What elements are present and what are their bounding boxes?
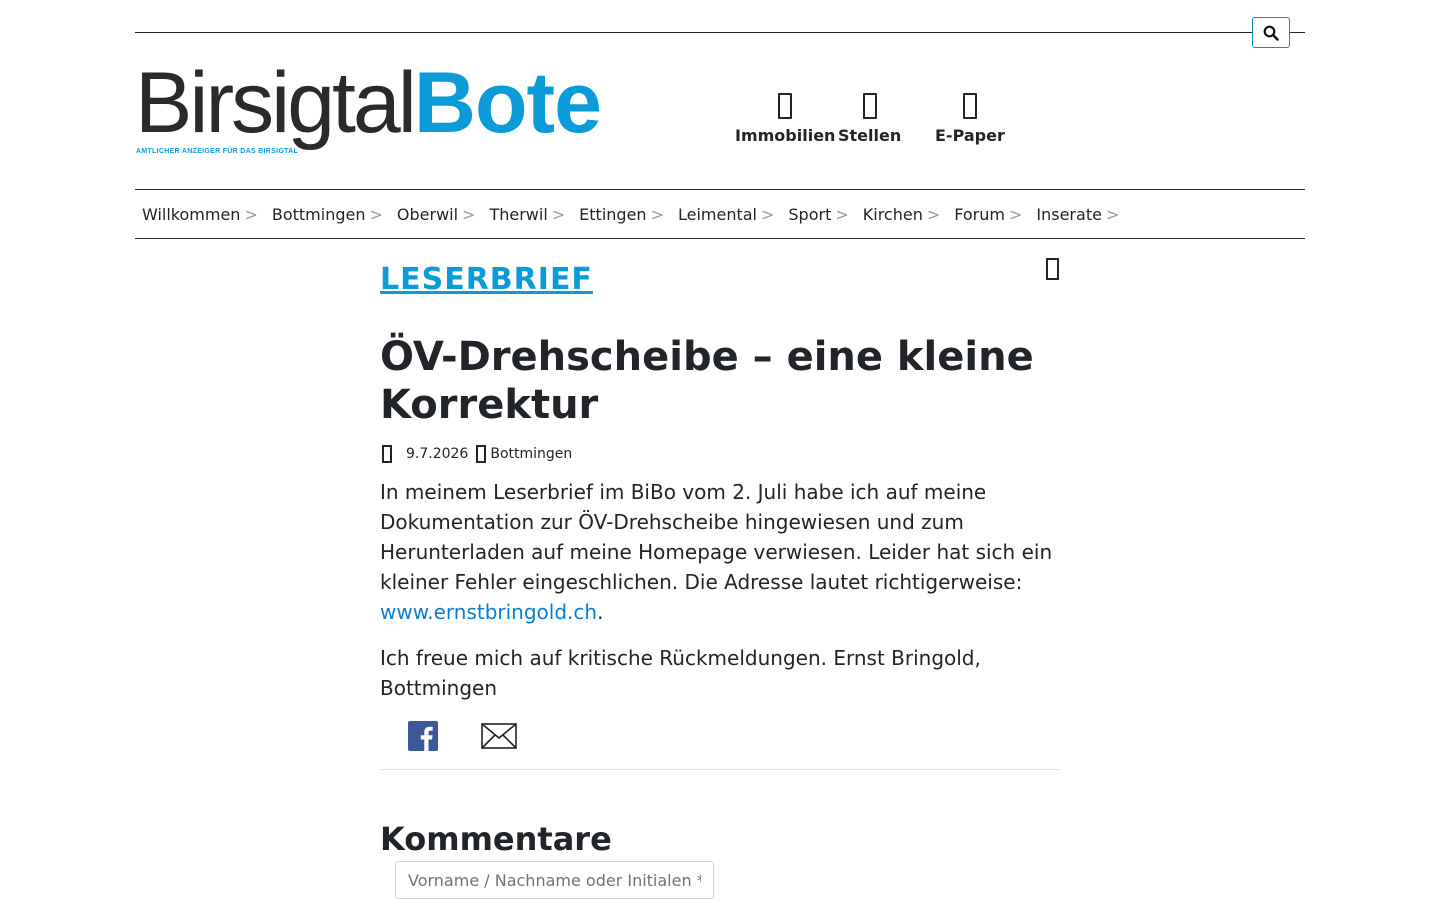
chevron-right-icon: > [760, 204, 775, 224]
nav-item-label: Inserate [1036, 204, 1102, 224]
paragraph-text: In meinem Leserbrief im BiBo vom 2. Juli… [380, 480, 1053, 594]
nav-item-label: Sport [788, 204, 832, 224]
house-icon [774, 92, 796, 120]
chevron-right-icon: > [1008, 204, 1023, 224]
article-divider [380, 769, 1060, 770]
nav-item-label: Kirchen [862, 204, 923, 224]
logo-part-birsigtal: Birsigtal [135, 55, 417, 151]
nav-item-leimental[interactable]: Leimental > [678, 205, 774, 224]
chevron-right-icon: > [462, 204, 476, 224]
facebook-share-icon[interactable] [408, 721, 438, 751]
article-content: LESERBRIEF ÖV-Drehscheibe – eine kleine … [380, 254, 1060, 899]
nav-item-forum[interactable]: Forum > [954, 205, 1022, 224]
article-paragraph: Ich freue mich auf kritische Rückmeldung… [380, 646, 981, 700]
nav-item-sport[interactable]: Sport > [788, 205, 848, 224]
email-share-icon[interactable] [481, 723, 517, 749]
nav-item-oberwil[interactable]: Oberwil > [397, 205, 476, 224]
bookmark-icon[interactable] [1046, 258, 1059, 280]
chevron-right-icon: > [835, 204, 849, 224]
search-icon [1263, 25, 1279, 41]
nav-item-label: Bottmingen [271, 204, 366, 224]
article-category-link[interactable]: LESERBRIEF [380, 262, 593, 297]
comments-heading: Kommentare [380, 820, 612, 858]
quicklink-label: Stellen [838, 126, 902, 145]
quicklink-epaper[interactable]: E-Paper [935, 92, 1005, 145]
quicklink-label: E-Paper [935, 126, 1005, 145]
chevron-right-icon: > [650, 204, 664, 224]
main-navigation: Willkommen > Bottmingen > Oberwil > Therwil… [135, 189, 1305, 239]
nav-item-therwil[interactable]: Therwil > [489, 205, 565, 224]
header-top-rule [135, 32, 1305, 33]
site-logo[interactable]: BirsigtalBote AMTLICHER ANZEIGER FÜR DAS… [135, 60, 655, 160]
quicklink-stellen[interactable]: Stellen [838, 92, 901, 145]
nav-item-label: Therwil [489, 204, 548, 224]
chevron-right-icon: > [926, 204, 941, 224]
article-title: ÖV-Drehscheibe – eine kleine Korrektur [380, 334, 1034, 428]
nav-item-label: Ettingen [579, 204, 647, 224]
calendar-icon [382, 445, 392, 463]
chevron-right-icon: > [369, 204, 383, 224]
article-location: Bottmingen [490, 446, 573, 462]
briefcase-icon [859, 92, 881, 120]
nav-item-willkommen[interactable]: Willkommen > [142, 205, 258, 224]
search-button[interactable] [1252, 17, 1290, 48]
logo-part-bote: Bote [413, 55, 602, 151]
nav-item-kirchen[interactable]: Kirchen > [863, 205, 941, 224]
article-date: 9.7.2026 [406, 446, 469, 462]
paragraph-end: . [597, 600, 604, 624]
nav-item-label: Oberwil [396, 204, 459, 224]
chevron-right-icon: > [244, 204, 258, 224]
homepage-link[interactable]: www.ernstbringold.ch [380, 600, 597, 624]
nav-item-bottmingen[interactable]: Bottmingen > [272, 205, 383, 224]
comment-name-input[interactable] [395, 861, 714, 899]
nav-item-label: Willkommen [142, 204, 241, 224]
logo-wordmark: BirsigtalBote [135, 60, 655, 146]
location-icon [476, 445, 487, 463]
newspaper-icon [959, 92, 981, 120]
nav-item-label: Leimental [677, 204, 757, 224]
nav-item-label: Forum [954, 204, 1005, 224]
chevron-right-icon: > [551, 204, 566, 224]
nav-item-inserate[interactable]: Inserate > [1036, 205, 1119, 224]
chevron-right-icon: > [1105, 204, 1120, 224]
quicklink-label: Immobilien [735, 126, 836, 145]
nav-item-ettingen[interactable]: Ettingen > [579, 205, 664, 224]
quicklink-immobilien[interactable]: Immobilien [735, 92, 835, 145]
article-meta: 9.7.2026 Bottmingen [380, 445, 1060, 463]
share-bar [380, 721, 1060, 751]
article-paragraph: In meinem Leserbrief im BiBo vom 2. Juli… [380, 477, 1060, 627]
logo-tagline: AMTLICHER ANZEIGER FÜR DAS BIRSIGTAL [136, 148, 299, 155]
